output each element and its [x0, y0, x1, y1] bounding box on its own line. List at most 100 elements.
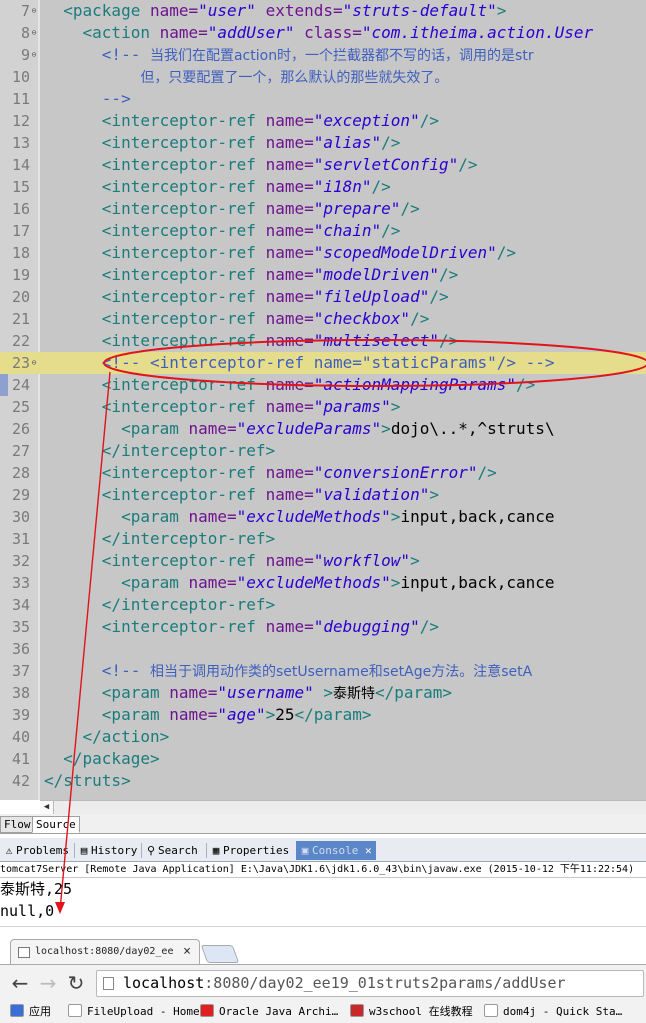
- code-line[interactable]: 24 <interceptor-ref name="actionMappingP…: [0, 374, 646, 396]
- line-number: 32: [11, 552, 30, 570]
- code-line[interactable]: 9 ⊖ <!-- 当我们在配置action时，一个拦截器都不写的话，调用的是str: [0, 44, 646, 66]
- new-tab-button[interactable]: [200, 945, 240, 963]
- console-output-line: null,0: [0, 902, 55, 920]
- code-token: <interceptor-ref: [101, 133, 266, 152]
- fold-toggle-icon[interactable]: ⊖: [30, 359, 38, 367]
- fold-toggle-icon[interactable]: ⊖: [30, 7, 38, 15]
- tab-flow[interactable]: Flow: [0, 816, 35, 833]
- code-line[interactable]: 20 <interceptor-ref name="fileUpload"/>: [0, 286, 646, 308]
- code-line[interactable]: 36: [0, 638, 646, 660]
- code-line[interactable]: 40 </action>: [0, 726, 646, 748]
- code-line[interactable]: 41 </package>: [0, 748, 646, 770]
- code-text: <interceptor-ref name="alias"/>: [44, 132, 401, 154]
- code-line[interactable]: 27 </interceptor-ref>: [0, 440, 646, 462]
- bookmark-item[interactable]: Oracle Java Archi…: [200, 1003, 338, 1021]
- code-line[interactable]: 19 <interceptor-ref name="modelDriven"/>: [0, 264, 646, 286]
- xml-editor[interactable]: 7 ⊖ <package name="user" extends="struts-…: [0, 0, 646, 800]
- code-token: name=: [265, 617, 314, 636]
- bookmark-item[interactable]: 应用: [10, 1003, 51, 1021]
- bookmark-item[interactable]: FileUpload - Home: [68, 1003, 200, 1021]
- tab-console[interactable]: ▣ Console ✕: [296, 841, 376, 860]
- tab-history[interactable]: ▤ History: [77, 841, 138, 860]
- code-token: />: [400, 199, 420, 218]
- code-line[interactable]: 33 <param name="excludeMethods">input,ba…: [0, 572, 646, 594]
- bookmark-item[interactable]: dom4j - Quick Sta…: [484, 1003, 622, 1021]
- code-text: <interceptor-ref name="prepare"/>: [44, 198, 420, 220]
- code-line[interactable]: 35 <interceptor-ref name="debugging"/>: [0, 616, 646, 638]
- code-line[interactable]: 13 <interceptor-ref name="alias"/>: [0, 132, 646, 154]
- browser-tabstrip: localhost:8080/day02_ee ×: [0, 926, 646, 965]
- code-line[interactable]: 18 <interceptor-ref name="scopedModelDri…: [0, 242, 646, 264]
- fold-toggle-icon[interactable]: ⊖: [30, 29, 38, 37]
- code-token: />: [496, 243, 517, 262]
- code-token: "validation": [313, 485, 430, 504]
- code-token: />: [438, 331, 459, 350]
- line-number: 20: [11, 288, 30, 306]
- close-icon[interactable]: ✕: [365, 844, 372, 857]
- code-token: <interceptor-ref: [101, 111, 266, 130]
- reload-icon[interactable]: ↻: [64, 971, 88, 995]
- tab-search[interactable]: ⚲ Search: [144, 841, 198, 860]
- bookmarks-bar: 应用 FileUpload - Home Oracle Java Archi… w3s…: [0, 1000, 646, 1023]
- forward-arrow-icon[interactable]: →: [36, 971, 60, 995]
- code-line[interactable]: 32 <interceptor-ref name="workflow">: [0, 550, 646, 572]
- code-line[interactable]: 37 <!-- 相当于调用动作类的setUsername和setAge方法。注意…: [0, 660, 646, 682]
- address-bar[interactable]: localhost:8080/day02_ee19_01struts2param…: [96, 970, 644, 997]
- view-tabs-bar: ⚠ Problems ▤ History ⚲ Search ▦ Properties ▣…: [0, 838, 646, 862]
- scroll-left-arrow-icon[interactable]: ◀: [40, 801, 54, 814]
- line-number: 10: [11, 68, 30, 86]
- back-arrow-icon[interactable]: ←: [8, 971, 32, 995]
- code-token: </struts>: [44, 771, 131, 790]
- code-line[interactable]: 17 <interceptor-ref name="chain"/>: [0, 220, 646, 242]
- code-token: <interceptor-ref: [101, 375, 266, 394]
- code-line[interactable]: 34 </interceptor-ref>: [0, 594, 646, 616]
- code-line[interactable]: 23 ⊖ <!-- <interceptor-ref name="staticPa…: [0, 352, 646, 374]
- editor-horizontal-scrollbar[interactable]: ◀: [40, 800, 646, 814]
- code-line[interactable]: 16 <interceptor-ref name="prepare"/>: [0, 198, 646, 220]
- code-line[interactable]: 11 -->: [0, 88, 646, 110]
- tab-source[interactable]: Source: [32, 816, 80, 833]
- code-token: extends=: [255, 1, 343, 20]
- code-line[interactable]: 29 <interceptor-ref name="validation">: [0, 484, 646, 506]
- code-line[interactable]: 30 <param name="excludeMethods">input,ba…: [0, 506, 646, 528]
- code-token: </package>: [63, 749, 160, 768]
- code-line[interactable]: 39 <param name="age">25</param>: [0, 704, 646, 726]
- code-line[interactable]: 10 但，只要配置了一个，那么默认的那些就失效了。: [0, 66, 646, 88]
- code-token: name=: [265, 221, 314, 240]
- tab-close-icon[interactable]: ×: [183, 940, 191, 964]
- tab-problems[interactable]: ⚠ Problems: [2, 841, 69, 860]
- line-number: 17: [11, 222, 30, 240]
- code-line[interactable]: 12 <interceptor-ref name="exception"/>: [0, 110, 646, 132]
- code-line[interactable]: 8 ⊖ <action name="addUser" class="com.ith…: [0, 22, 646, 44]
- tab-properties[interactable]: ▦ Properties: [209, 841, 290, 860]
- browser-tab[interactable]: localhost:8080/day02_ee ×: [10, 939, 200, 965]
- bookmark-item[interactable]: w3school 在线教程: [350, 1003, 473, 1021]
- code-line[interactable]: 38 <param name="username" >泰斯特</param>: [0, 682, 646, 704]
- code-token: </interceptor-ref>: [101, 529, 276, 548]
- code-line[interactable]: 7 ⊖ <package name="user" extends="struts-…: [0, 0, 646, 22]
- code-line[interactable]: 15 <interceptor-ref name="i18n"/>: [0, 176, 646, 198]
- code-line[interactable]: 31 </interceptor-ref>: [0, 528, 646, 550]
- code-text: </struts>: [44, 770, 131, 792]
- code-token: <interceptor-ref: [101, 287, 266, 306]
- code-line[interactable]: 26 <param name="excludeParams">dojo\..*,…: [0, 418, 646, 440]
- code-token: class=: [294, 23, 362, 42]
- line-number: 23: [11, 354, 30, 372]
- code-text: <interceptor-ref name="modelDriven"/>: [44, 264, 458, 286]
- code-token: "prepare": [313, 199, 401, 218]
- code-line[interactable]: 42 </struts>: [0, 770, 646, 792]
- fold-toggle-icon[interactable]: ⊖: [30, 51, 38, 59]
- code-line[interactable]: 25 <interceptor-ref name="params">: [0, 396, 646, 418]
- code-line[interactable]: 28 <interceptor-ref name="conversionErro…: [0, 462, 646, 484]
- code-text: <param name="username" >泰斯特</param>: [44, 682, 452, 705]
- code-token: name=: [265, 309, 314, 328]
- code-token: "age": [217, 705, 266, 724]
- code-line[interactable]: 21 <interceptor-ref name="checkbox"/>: [0, 308, 646, 330]
- bookmark-label: FileUpload - Home: [87, 1005, 200, 1018]
- code-line[interactable]: 14 <interceptor-ref name="servletConfig"…: [0, 154, 646, 176]
- code-line[interactable]: 22 <interceptor-ref name="multiselect"/>: [0, 330, 646, 352]
